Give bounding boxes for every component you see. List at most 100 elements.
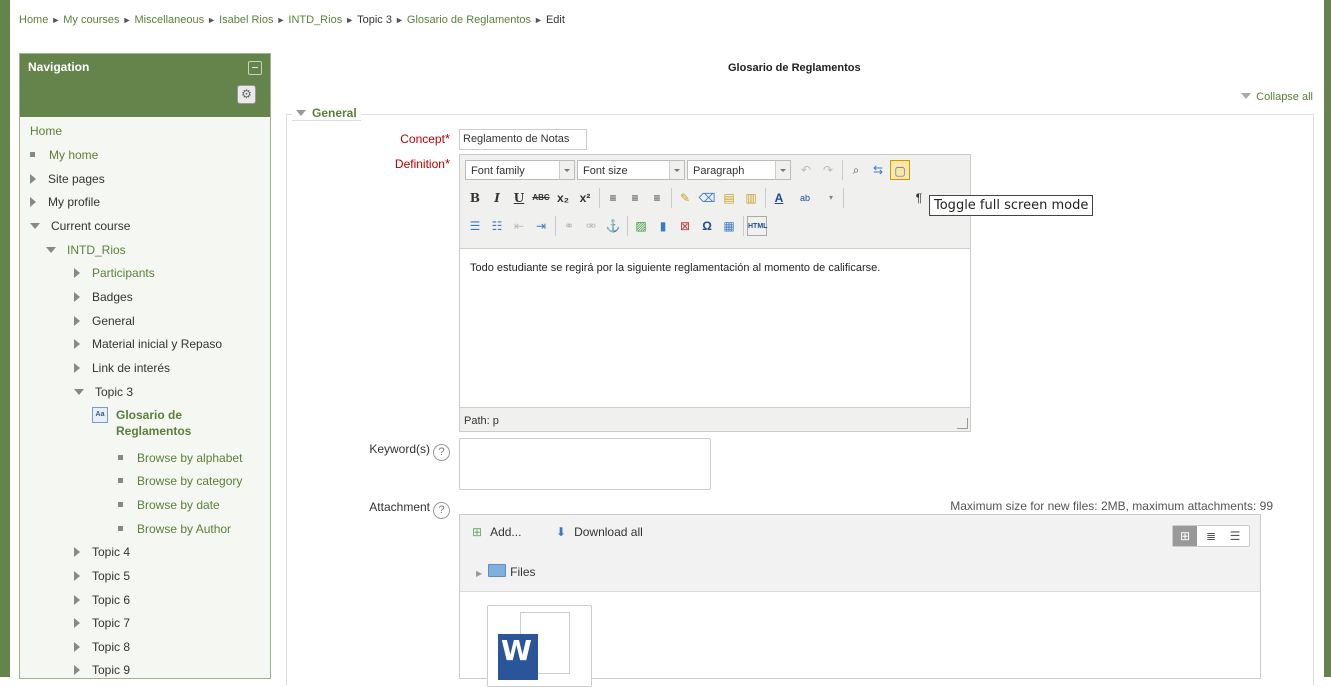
superscript-icon[interactable]: x² [575, 188, 595, 208]
nav-browse-alphabet[interactable]: Browse by alphabet [118, 451, 242, 465]
nav-topic-7[interactable]: Topic 7 [74, 616, 130, 630]
nav-topic-6[interactable]: Topic 6 [74, 593, 130, 607]
nav-browse-author[interactable]: Browse by Author [118, 522, 231, 536]
nav-browse-date[interactable]: Browse by date [118, 498, 220, 512]
link-icon[interactable]: ⚭ [559, 216, 579, 236]
editor-content-area[interactable]: Todo estudiante se regirá por la siguien… [460, 248, 970, 408]
collapse-all-link[interactable]: Collapse all [1241, 91, 1313, 103]
collapse-block-icon[interactable] [248, 61, 262, 75]
strikethrough-icon[interactable]: ABC [531, 188, 551, 208]
numbered-list-icon[interactable]: ☷ [487, 216, 507, 236]
resize-handle-icon[interactable] [957, 418, 968, 429]
nav-material[interactable]: Material inicial y Repaso [74, 337, 222, 351]
tree-view-icon[interactable]: ☰ [1223, 526, 1247, 546]
align-center-icon[interactable]: ≡ [625, 188, 645, 208]
breadcrumb-miscellaneous[interactable]: Miscellaneous [134, 14, 204, 26]
collapse-icon [46, 247, 56, 253]
breadcrumb-intd-rios[interactable]: INTD_Rios [288, 14, 342, 26]
nav-site-pages[interactable]: Site pages [30, 172, 105, 186]
indent-icon[interactable]: ⇥ [531, 216, 551, 236]
table-icon[interactable]: ▦ [719, 216, 739, 236]
undo-icon[interactable]: ↶ [796, 160, 816, 180]
nav-course[interactable]: INTD_Rios [46, 243, 126, 257]
chevron-down-icon [669, 161, 684, 179]
nav-topic-3[interactable]: Topic 3 [74, 385, 133, 399]
cleanup-icon[interactable]: ✎ [675, 188, 695, 208]
text-color-icon[interactable]: A [769, 188, 789, 208]
nav-badges[interactable]: Badges [74, 290, 133, 304]
highlight-color-icon[interactable]: ab [795, 188, 815, 208]
word-file-thumbnail[interactable]: W [487, 605, 592, 687]
align-right-icon[interactable]: ≡ [647, 188, 667, 208]
nav-browse-category[interactable]: Browse by category [118, 474, 242, 488]
icon-view-icon[interactable]: ⊞ [1173, 526, 1197, 546]
bullet-icon [118, 526, 123, 531]
anchor-icon[interactable]: ⚓ [603, 216, 623, 236]
unlink-icon[interactable]: ⚮ [581, 216, 601, 236]
breadcrumb-my-courses[interactable]: My courses [63, 14, 119, 26]
nav-link[interactable]: Link de interés [74, 361, 170, 375]
format-select[interactable]: Paragraph [687, 160, 791, 180]
nav-topic-4[interactable]: Topic 4 [74, 545, 130, 559]
nav-topic-5[interactable]: Topic 5 [74, 569, 130, 583]
download-all-button[interactable]: ⬇ Download all [556, 525, 643, 539]
paste-word-icon[interactable]: ▥ [741, 188, 761, 208]
concept-input[interactable]: Reglamento de Notas [459, 129, 587, 150]
search-icon[interactable]: ⌕ [846, 160, 866, 180]
breadcrumb-glosario[interactable]: Glosario de Reglamentos [407, 14, 531, 26]
breadcrumb-home[interactable]: Home [19, 14, 48, 26]
gear-icon[interactable]: ⚙ [237, 85, 256, 104]
toolbar-separator [743, 216, 744, 236]
align-left-icon[interactable]: ≡ [603, 188, 623, 208]
replace-icon[interactable]: ⇆ [868, 160, 888, 180]
help-icon[interactable]: ? [433, 444, 450, 461]
eraser-icon[interactable]: ⌫ [697, 188, 717, 208]
nav-glosario[interactable]: Aa Glosario de Reglamentos [92, 407, 191, 439]
image-icon[interactable]: ▨ [631, 216, 651, 236]
bold-icon[interactable]: B [465, 188, 485, 208]
collapse-icon [30, 223, 40, 229]
underline-icon[interactable]: U [509, 188, 529, 208]
paste-text-icon[interactable]: ▤ [719, 188, 739, 208]
nav-browse-date-label: Browse by date [137, 498, 220, 512]
nav-topic-8[interactable]: Topic 8 [74, 640, 130, 654]
breadcrumb-isabel-rios[interactable]: Isabel Rios [219, 14, 273, 26]
nav-topic-9[interactable]: Topic 9 [74, 663, 130, 677]
outdent-icon[interactable]: ⇤ [509, 216, 529, 236]
breadcrumb-separator: ► [207, 15, 217, 25]
breadcrumb-topic-3[interactable]: Topic 3 [357, 14, 392, 26]
expand-icon [74, 292, 80, 302]
ltr-icon[interactable]: ¶ [909, 188, 929, 208]
bullet-list-icon[interactable]: ☰ [465, 216, 485, 236]
nav-my-profile[interactable]: My profile [30, 195, 100, 209]
files-label: Files [510, 565, 536, 579]
help-icon[interactable]: ? [433, 502, 450, 519]
list-view-icon[interactable]: ≣ [1199, 526, 1223, 546]
fullscreen-icon[interactable]: ▢ [890, 160, 910, 180]
chevron-down-icon[interactable]: ▾ [821, 188, 841, 208]
add-file-button[interactable]: ⊞ Add... [472, 525, 521, 539]
max-size-info: Maximum size for new files: 2MB, maximum… [950, 499, 1273, 513]
keywords-textarea[interactable] [459, 438, 711, 490]
nav-general[interactable]: General [74, 314, 135, 328]
general-legend[interactable]: General [292, 106, 361, 121]
subscript-icon[interactable]: x₂ [553, 188, 573, 208]
font-family-select[interactable]: Font family [465, 160, 575, 180]
expand-icon [74, 339, 80, 349]
nav-my-home[interactable]: My home [30, 148, 98, 162]
equation-icon[interactable]: ⊠ [675, 216, 695, 236]
bullet-icon [118, 478, 123, 483]
nav-participants[interactable]: Participants [74, 266, 155, 280]
files-folder[interactable]: ▶ Files [476, 564, 536, 579]
nav-current-course[interactable]: Current course [30, 219, 130, 233]
html-source-icon[interactable]: HTML [747, 216, 767, 236]
redo-icon[interactable]: ↷ [818, 160, 838, 180]
page-title: Glosario de Reglamentos [728, 62, 861, 74]
italic-icon[interactable]: I [487, 188, 507, 208]
nav-participants-label: Participants [92, 266, 155, 280]
required-icon: * [444, 156, 450, 171]
font-size-select[interactable]: Font size [577, 160, 685, 180]
media-icon[interactable]: ▮ [653, 216, 673, 236]
nav-home[interactable]: Home [30, 124, 62, 138]
special-char-icon[interactable]: Ω [697, 216, 717, 236]
